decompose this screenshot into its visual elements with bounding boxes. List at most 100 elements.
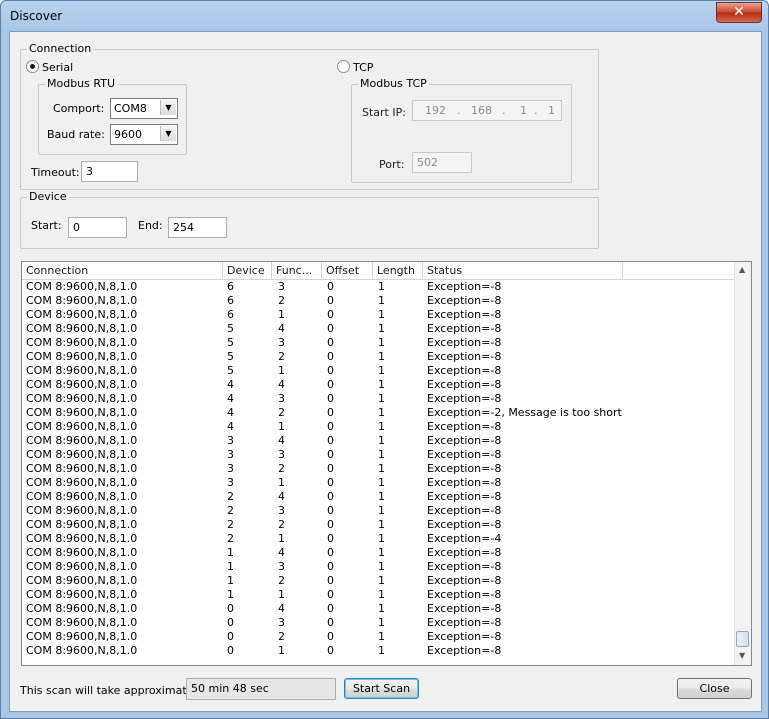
connection-group: Connection Serial TCP Modbus RTU Comport… xyxy=(20,42,599,190)
cell-status: Exception=-8 xyxy=(427,630,502,643)
estimate-field: 50 min 48 sec xyxy=(186,678,336,700)
table-row[interactable]: COM 8:9600,N,8,1.0 2 1 0 1 Exception=-4 xyxy=(22,532,734,546)
column-header-function[interactable]: Func... xyxy=(272,262,322,279)
column-header-offset[interactable]: Offset xyxy=(322,262,373,279)
cell-function: 3 xyxy=(278,392,285,405)
device-start-input[interactable]: 0 xyxy=(68,217,127,238)
table-row[interactable]: COM 8:9600,N,8,1.0 2 4 0 1 Exception=-8 xyxy=(22,490,734,504)
cell-length: 1 xyxy=(378,322,385,335)
cell-device: 2 xyxy=(227,518,234,531)
chevron-down-icon[interactable]: ▼ xyxy=(160,100,176,115)
cell-status: Exception=-8 xyxy=(427,644,502,657)
column-header-status[interactable]: Status xyxy=(423,262,623,279)
table-row[interactable]: COM 8:9600,N,8,1.0 0 1 0 1 Exception=-8 xyxy=(22,644,734,658)
cell-function: 4 xyxy=(278,602,285,615)
baud-rate-value: 9600 xyxy=(114,128,142,141)
table-row[interactable]: COM 8:9600,N,8,1.0 5 1 0 1 Exception=-8 xyxy=(22,364,734,378)
table-row[interactable]: COM 8:9600,N,8,1.0 3 4 0 1 Exception=-8 xyxy=(22,434,734,448)
column-header-length[interactable]: Length xyxy=(373,262,423,279)
close-window-button[interactable]: ✕ xyxy=(716,2,762,23)
scroll-up-icon[interactable]: ▲ xyxy=(739,265,745,274)
cell-length: 1 xyxy=(378,378,385,391)
cell-function: 4 xyxy=(278,490,285,503)
serial-radio[interactable] xyxy=(26,60,39,73)
start-ip-input[interactable]: 192 . 168 . 1 . 1 xyxy=(412,100,562,121)
table-row[interactable]: COM 8:9600,N,8,1.0 0 3 0 1 Exception=-8 xyxy=(22,616,734,630)
cell-connection: COM 8:9600,N,8,1.0 xyxy=(26,504,138,517)
comport-select[interactable]: COM8 ▼ xyxy=(110,98,178,119)
cell-device: 4 xyxy=(227,406,234,419)
cell-function: 4 xyxy=(278,546,285,559)
cell-function: 1 xyxy=(278,644,285,657)
table-row[interactable]: COM 8:9600,N,8,1.0 1 3 0 1 Exception=-8 xyxy=(22,560,734,574)
cell-length: 1 xyxy=(378,560,385,573)
column-header-device[interactable]: Device xyxy=(223,262,272,279)
timeout-value: 3 xyxy=(86,165,93,178)
ip-octet-3: 1 xyxy=(520,104,527,117)
cell-length: 1 xyxy=(378,490,385,503)
cell-function: 4 xyxy=(278,378,285,391)
cell-status: Exception=-8 xyxy=(427,336,502,349)
results-list[interactable]: Connection Device Func... Offset Length … xyxy=(21,261,752,666)
table-row[interactable]: COM 8:9600,N,8,1.0 6 1 0 1 Exception=-8 xyxy=(22,308,734,322)
cell-function: 3 xyxy=(278,616,285,629)
title-bar[interactable]: Discover ✕ xyxy=(1,1,768,31)
table-row[interactable]: COM 8:9600,N,8,1.0 1 2 0 1 Exception=-8 xyxy=(22,574,734,588)
table-row[interactable]: COM 8:9600,N,8,1.0 2 3 0 1 Exception=-8 xyxy=(22,504,734,518)
table-row[interactable]: COM 8:9600,N,8,1.0 3 2 0 1 Exception=-8 xyxy=(22,462,734,476)
table-row[interactable]: COM 8:9600,N,8,1.0 6 2 0 1 Exception=-8 xyxy=(22,294,734,308)
cell-offset: 0 xyxy=(327,546,334,559)
cell-device: 1 xyxy=(227,588,234,601)
cell-status: Exception=-8 xyxy=(427,588,502,601)
cell-offset: 0 xyxy=(327,490,334,503)
cell-status: Exception=-8 xyxy=(427,504,502,517)
scroll-thumb[interactable] xyxy=(736,631,749,647)
discover-window: Discover ✕ Connection Serial TCP Modbus … xyxy=(0,0,769,719)
cell-offset: 0 xyxy=(327,532,334,545)
cell-function: 1 xyxy=(278,308,285,321)
table-row[interactable]: COM 8:9600,N,8,1.0 5 4 0 1 Exception=-8 xyxy=(22,322,734,336)
port-input[interactable]: 502 xyxy=(412,152,472,173)
cell-status: Exception=-8 xyxy=(427,420,502,433)
modbus-tcp-legend: Modbus TCP xyxy=(358,77,429,90)
table-row[interactable]: COM 8:9600,N,8,1.0 6 3 0 1 Exception=-8 xyxy=(22,280,734,294)
start-scan-button[interactable]: Start Scan xyxy=(344,678,419,699)
cell-device: 2 xyxy=(227,490,234,503)
cell-status: Exception=-8 xyxy=(427,476,502,489)
table-row[interactable]: COM 8:9600,N,8,1.0 3 1 0 1 Exception=-8 xyxy=(22,476,734,490)
timeout-input[interactable]: 3 xyxy=(81,161,138,182)
cell-device: 5 xyxy=(227,364,234,377)
tcp-radio[interactable] xyxy=(337,60,350,73)
table-row[interactable]: COM 8:9600,N,8,1.0 3 3 0 1 Exception=-8 xyxy=(22,448,734,462)
cell-device: 0 xyxy=(227,644,234,657)
cell-status: Exception=-4 xyxy=(427,532,502,545)
baud-rate-select[interactable]: 9600 ▼ xyxy=(110,124,178,145)
column-header-connection[interactable]: Connection xyxy=(22,262,223,279)
tcp-label[interactable]: TCP xyxy=(353,61,373,74)
table-row[interactable]: COM 8:9600,N,8,1.0 4 2 0 1 Exception=-2, Mess… xyxy=(22,406,734,420)
table-row[interactable]: COM 8:9600,N,8,1.0 4 4 0 1 Exception=-8 xyxy=(22,378,734,392)
results-scrollbar[interactable]: ▲ ▼ xyxy=(734,262,751,665)
cell-connection: COM 8:9600,N,8,1.0 xyxy=(26,420,138,433)
table-row[interactable]: COM 8:9600,N,8,1.0 2 2 0 1 Exception=-8 xyxy=(22,518,734,532)
cell-connection: COM 8:9600,N,8,1.0 xyxy=(26,546,138,559)
serial-label[interactable]: Serial xyxy=(42,61,73,74)
close-button[interactable]: Close xyxy=(677,678,752,699)
table-row[interactable]: COM 8:9600,N,8,1.0 0 4 0 1 Exception=-8 xyxy=(22,602,734,616)
table-row[interactable]: COM 8:9600,N,8,1.0 4 1 0 1 Exception=-8 xyxy=(22,420,734,434)
table-row[interactable]: COM 8:9600,N,8,1.0 5 2 0 1 Exception=-8 xyxy=(22,350,734,364)
device-end-input[interactable]: 254 xyxy=(168,217,227,238)
table-row[interactable]: COM 8:9600,N,8,1.0 1 4 0 1 Exception=-8 xyxy=(22,546,734,560)
scroll-down-icon[interactable]: ▼ xyxy=(739,651,745,660)
chevron-down-icon[interactable]: ▼ xyxy=(160,126,176,141)
cell-offset: 0 xyxy=(327,574,334,587)
cell-status: Exception=-8 xyxy=(427,280,502,293)
cell-length: 1 xyxy=(378,462,385,475)
table-row[interactable]: COM 8:9600,N,8,1.0 1 1 0 1 Exception=-8 xyxy=(22,588,734,602)
cell-offset: 0 xyxy=(327,560,334,573)
table-row[interactable]: COM 8:9600,N,8,1.0 4 3 0 1 Exception=-8 xyxy=(22,392,734,406)
table-row[interactable]: COM 8:9600,N,8,1.0 5 3 0 1 Exception=-8 xyxy=(22,336,734,350)
cell-function: 3 xyxy=(278,448,285,461)
table-row[interactable]: COM 8:9600,N,8,1.0 0 2 0 1 Exception=-8 xyxy=(22,630,734,644)
cell-connection: COM 8:9600,N,8,1.0 xyxy=(26,616,138,629)
